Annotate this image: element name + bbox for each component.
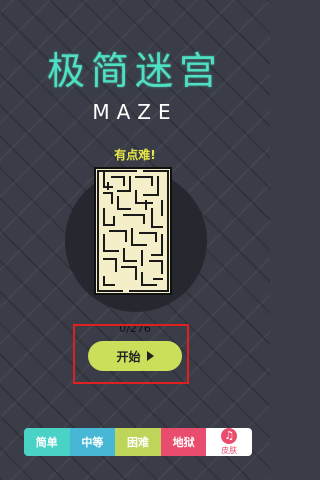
game-title: 极简迷宫 xyxy=(46,49,223,93)
maze-preview-graphic xyxy=(97,170,169,292)
maze-preview xyxy=(94,167,172,295)
tab-medium[interactable]: 中等 xyxy=(69,428,116,456)
game-subtitle: MAZE xyxy=(92,100,178,124)
skin-icon: ♫ xyxy=(221,428,238,444)
tab-hell-label: 地狱 xyxy=(172,436,195,449)
tab-easy-label: 简单 xyxy=(35,436,58,449)
difficulty-tabs: 简单 中等 困难 地狱 ♫ 皮肤 xyxy=(24,428,252,456)
tab-skin-label: 皮肤 xyxy=(221,446,238,455)
tab-hard-label: 困难 xyxy=(126,436,149,449)
tab-easy[interactable]: 简单 xyxy=(24,428,70,456)
tab-medium-label: 中等 xyxy=(81,436,104,449)
highlight-box xyxy=(73,324,189,384)
tab-hell[interactable]: 地狱 xyxy=(160,428,207,456)
tab-hard[interactable]: 困难 xyxy=(115,428,161,456)
difficulty-label: 有点难! xyxy=(114,148,156,162)
tab-skin[interactable]: ♫ 皮肤 xyxy=(206,428,252,456)
